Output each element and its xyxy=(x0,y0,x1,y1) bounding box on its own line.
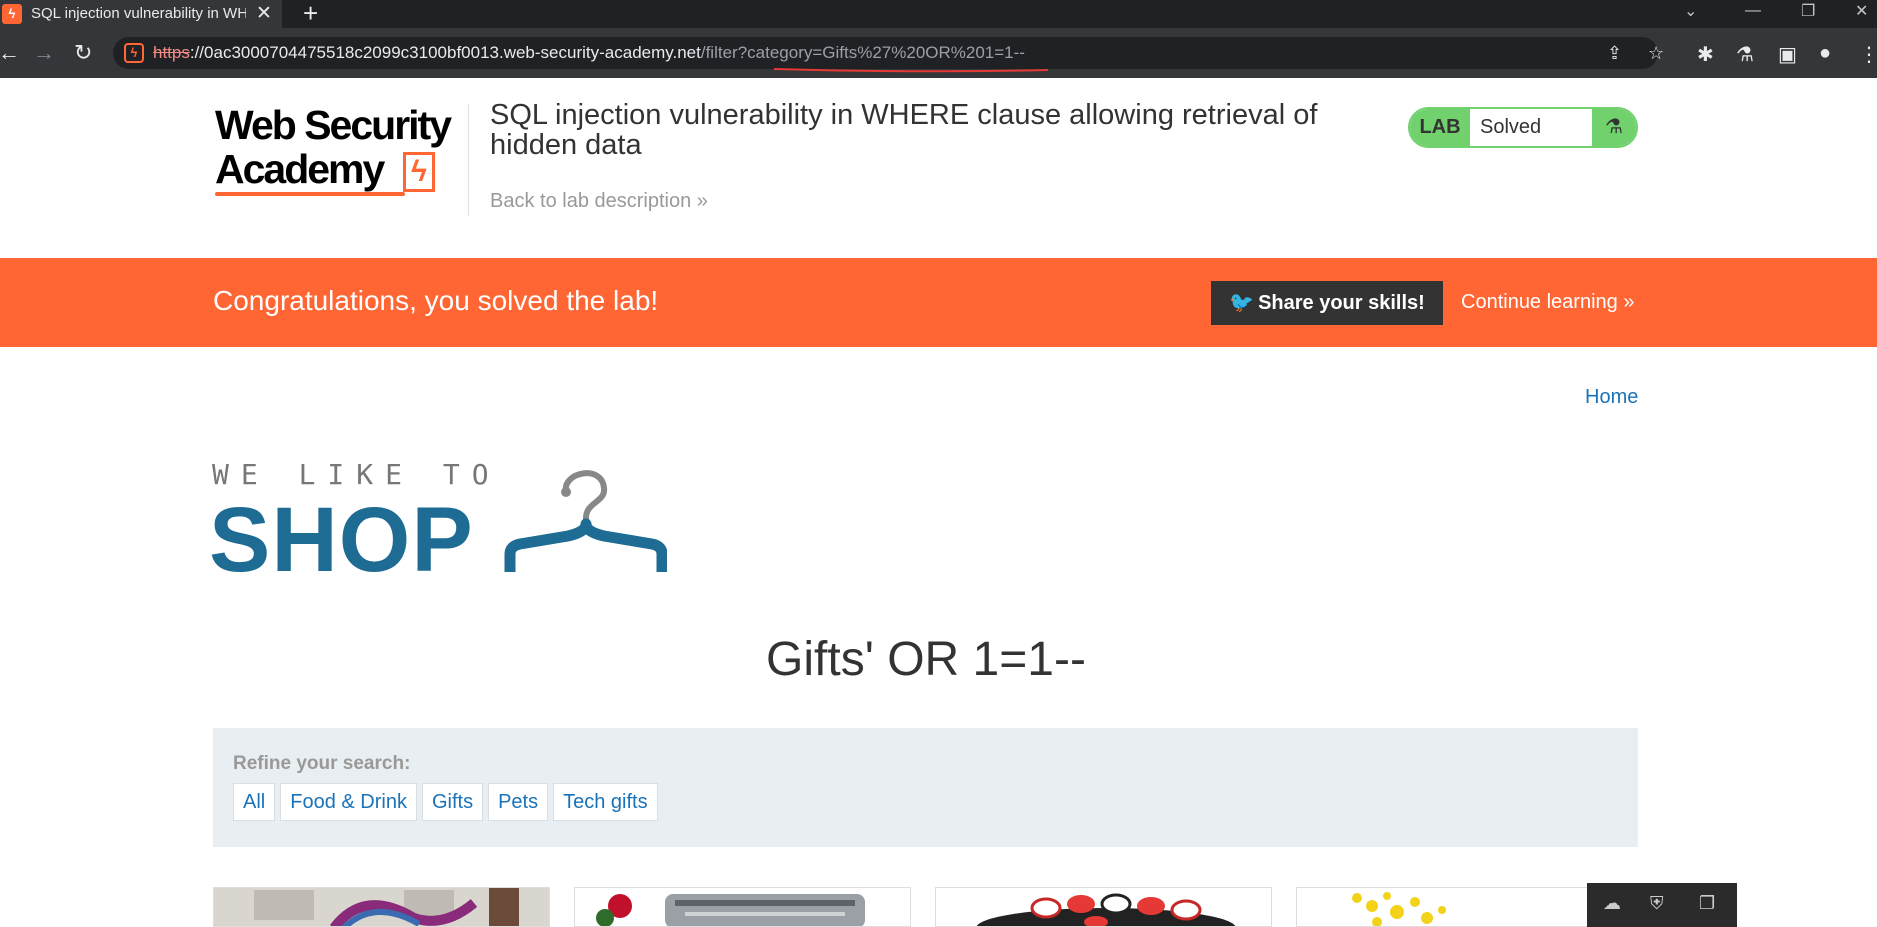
cloud-icon[interactable]: ☁ xyxy=(1603,893,1621,914)
filter-gifts[interactable]: Gifts xyxy=(421,783,484,821)
side-panel-icon[interactable]: ▣ xyxy=(1778,42,1797,67)
share-skills-label: Share your skills! xyxy=(1258,292,1425,314)
window-close-icon[interactable]: ✕ xyxy=(1855,1,1868,21)
twitter-bird-icon: 🐦 xyxy=(1229,292,1255,314)
home-link[interactable]: Home xyxy=(1585,386,1638,409)
logo-line-2: Academy xyxy=(215,146,385,192)
extensions-icon[interactable]: ✱ xyxy=(1697,42,1714,67)
product-card[interactable] xyxy=(574,887,911,927)
shop-logo-wordmark: SHOP xyxy=(209,489,474,591)
refine-search-label: Refine your search: xyxy=(233,753,411,774)
browser-tab[interactable]: ϟ SQL injection vulnerability in WH ✕ xyxy=(0,0,282,28)
url-protocol: https xyxy=(153,43,190,62)
solved-banner: Congratulations, you solved the lab! 🐦 Sh… xyxy=(0,258,1877,347)
new-tab-icon[interactable]: + xyxy=(303,0,318,29)
url-path: /filter?category=Gifts%27%20OR%201=1-- xyxy=(700,43,1025,62)
site-favicon-icon[interactable]: ϟ xyxy=(124,43,144,63)
share-page-icon[interactable]: ⇪ xyxy=(1607,43,1622,64)
category-heading: Gifts' OR 1=1-- xyxy=(766,633,1086,686)
lab-title: SQL injection vulnerability in WHERE cla… xyxy=(490,99,1318,161)
filter-food-drink[interactable]: Food & Drink xyxy=(280,783,417,821)
portswigger-favicon-icon: ϟ xyxy=(2,4,22,24)
labs-flask-icon[interactable]: ⚗ xyxy=(1736,42,1754,67)
url-text[interactable]: https://0ac3000704475518c2099c3100bf0013… xyxy=(153,43,1025,63)
continue-learning-link[interactable]: Continue learning » xyxy=(1461,291,1634,314)
filter-all[interactable]: All xyxy=(233,783,276,821)
product-card[interactable] xyxy=(1296,887,1633,927)
category-filter-list: All Food & Drink Gifts Pets Tech gifts xyxy=(233,783,658,821)
back-to-lab-description-link[interactable]: Back to lab description » xyxy=(490,190,708,213)
product-image xyxy=(575,888,910,926)
system-tray-overlay: ☁ ⛨ ❐ xyxy=(1587,883,1737,927)
product-card[interactable] xyxy=(935,887,1272,927)
tab-search-chevron-icon[interactable]: ⌄ xyxy=(1684,1,1697,21)
share-skills-button[interactable]: 🐦 Share your skills! xyxy=(1211,281,1443,325)
refine-search-panel: Refine your search: All Food & Drink Gif… xyxy=(213,728,1638,847)
tab-title: SQL injection vulnerability in WH xyxy=(31,5,246,22)
product-image xyxy=(1297,888,1632,926)
bookmark-star-icon[interactable]: ☆ xyxy=(1648,43,1664,64)
header-divider xyxy=(468,104,469,216)
coat-hanger-icon xyxy=(504,470,667,572)
address-bar[interactable]: ϟ https://0ac3000704475518c2099c3100bf00… xyxy=(113,37,1664,69)
filter-tech-gifts[interactable]: Tech gifts xyxy=(553,783,658,821)
security-shield-icon[interactable]: ⛨ xyxy=(1650,893,1664,914)
lightning-bolt-icon: ϟ xyxy=(403,152,435,192)
back-icon[interactable]: ← xyxy=(0,40,20,66)
shop-logo-tagline: WE LIKE TO xyxy=(212,458,501,491)
red-underline-annotation xyxy=(773,68,1049,73)
restore-icon[interactable]: ❐ xyxy=(1801,1,1815,21)
forward-icon[interactable]: → xyxy=(33,40,55,66)
lab-badge-label: LAB xyxy=(1410,109,1470,146)
browser-menu-icon[interactable]: ⋮ xyxy=(1859,42,1877,67)
window-switch-icon[interactable]: ❐ xyxy=(1699,893,1715,914)
browser-tab-bar: ϟ SQL injection vulnerability in WH ✕ + … xyxy=(0,0,1877,28)
logo-line-1: Web Security xyxy=(215,102,452,148)
profile-icon[interactable]: ● xyxy=(1819,42,1831,65)
flask-icon: ⚗ xyxy=(1592,109,1636,146)
product-image xyxy=(214,888,549,926)
product-image xyxy=(936,888,1271,926)
we-like-to-shop-logo: WE LIKE TO SHOP xyxy=(209,458,672,591)
solved-message: Congratulations, you solved the lab! xyxy=(213,285,659,316)
lab-status-badge: LAB Solved ⚗ xyxy=(1408,107,1638,148)
product-card[interactable] xyxy=(213,887,550,927)
tab-close-icon[interactable]: ✕ xyxy=(256,2,272,25)
minimize-icon[interactable]: — xyxy=(1745,2,1761,20)
lab-status-text: Solved xyxy=(1480,116,1542,138)
reload-icon[interactable]: ↻ xyxy=(74,40,92,66)
logo-underline xyxy=(215,192,405,196)
url-host: ://0ac3000704475518c2099c3100bf0013.web-… xyxy=(189,43,701,62)
filter-pets[interactable]: Pets xyxy=(488,783,549,821)
web-security-academy-logo[interactable]: Web Security Academy ϟ xyxy=(215,102,465,202)
